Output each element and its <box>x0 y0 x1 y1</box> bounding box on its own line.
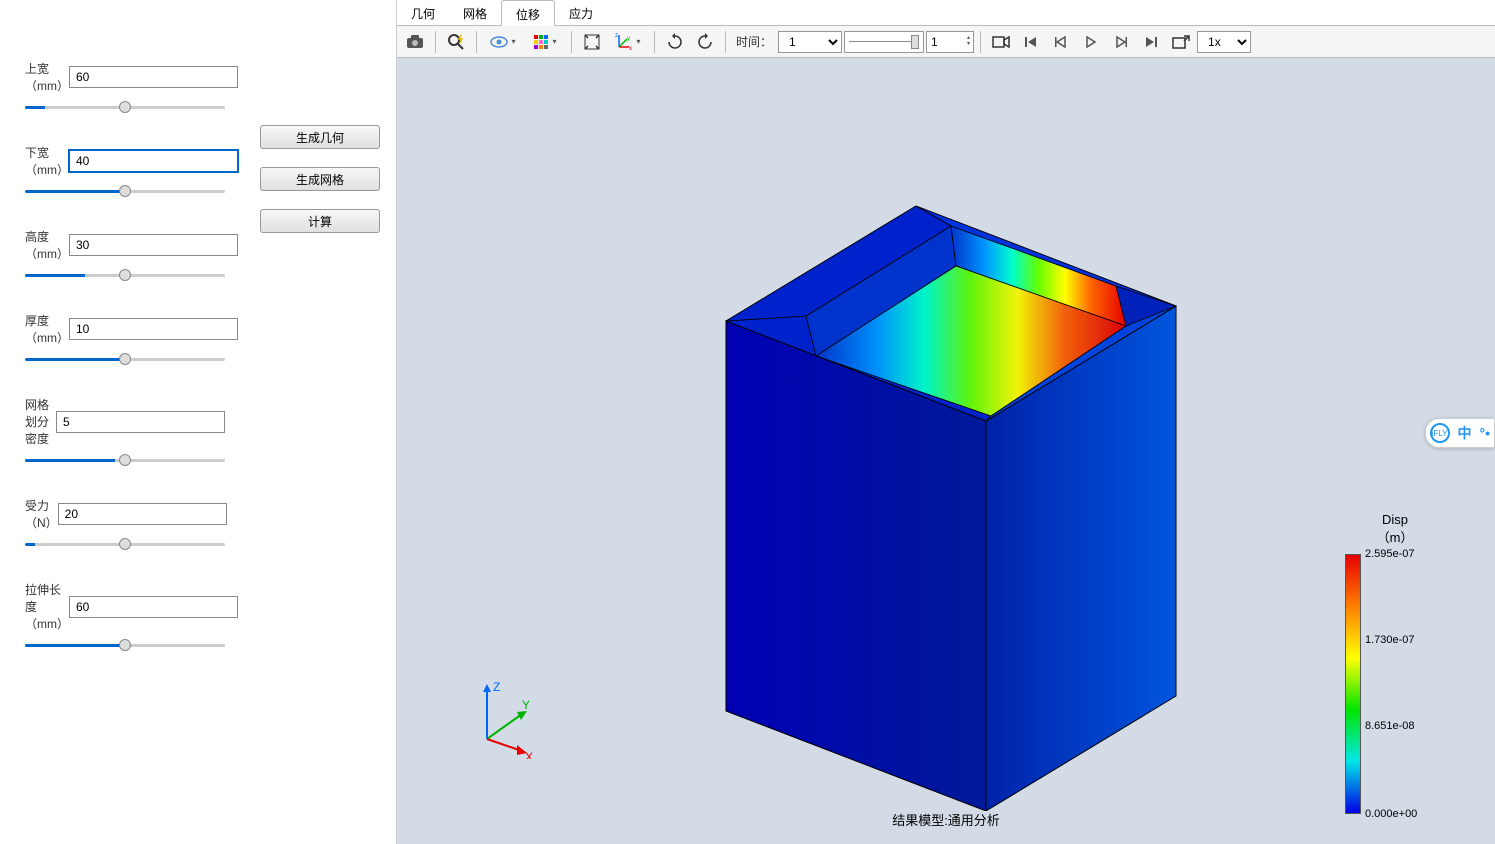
param-input-5[interactable] <box>58 503 227 525</box>
param-label-4: 网格划分密度 <box>25 396 56 447</box>
param-slider-5[interactable] <box>25 543 225 546</box>
time-label: 时间： <box>736 33 772 50</box>
ime-settings-icon[interactable]: °• <box>1480 425 1491 441</box>
svg-text:y: y <box>627 36 630 42</box>
calculate-button[interactable]: 计算 <box>260 209 380 233</box>
export-animation-icon[interactable] <box>1167 29 1195 55</box>
color-legend: Disp （m） 2.595e-071.730e-078.651e-080.00… <box>1345 512 1445 814</box>
param-input-0[interactable] <box>69 66 238 88</box>
ime-logo-icon: iFLY <box>1430 423 1450 443</box>
tab-2[interactable]: 位移 <box>501 0 555 26</box>
ime-lang-icon[interactable]: 中 <box>1458 423 1472 443</box>
surface-eye-dropdown[interactable] <box>483 29 523 55</box>
generate-geometry-button[interactable]: 生成几何 <box>260 125 380 149</box>
viewport-3d[interactable]: Z Y X 结果模型:通用分析 Disp （m） 2.595e-07 1.730e… <box>397 58 1495 844</box>
svg-text:Z: Z <box>493 680 500 694</box>
param-slider-4[interactable] <box>25 459 225 462</box>
rotate-cw-icon[interactable] <box>661 29 689 55</box>
legend-tick: 8.651e-08 <box>1365 720 1415 732</box>
param-slider-2[interactable] <box>25 274 225 277</box>
param-slider-3[interactable] <box>25 358 225 361</box>
param-input-6[interactable] <box>69 596 238 618</box>
time-slider[interactable] <box>844 31 924 53</box>
param-input-1[interactable] <box>69 150 238 172</box>
time-spin[interactable]: 1 <box>926 31 974 53</box>
axis-orientation-dropdown[interactable]: z xy <box>608 29 648 55</box>
legend-title: Disp <box>1345 512 1445 527</box>
tab-3[interactable]: 应力 <box>555 0 607 25</box>
speed-select[interactable]: 1x <box>1197 31 1251 53</box>
svg-text:x: x <box>629 46 632 51</box>
zoom-lightning-icon[interactable] <box>442 29 470 55</box>
tab-0[interactable]: 几何 <box>397 0 449 25</box>
time-select[interactable]: 1 <box>778 31 842 53</box>
param-slider-0[interactable] <box>25 106 225 109</box>
param-input-3[interactable] <box>69 318 238 340</box>
param-input-4[interactable] <box>56 411 225 433</box>
fea-model <box>686 91 1206 811</box>
param-label-2: 高度（mm） <box>25 228 69 262</box>
fit-view-icon[interactable] <box>578 29 606 55</box>
sidebar: 上宽（mm） 下宽（mm） 高度（mm） 厚度（mm） 网格划分密度 <box>0 0 396 844</box>
rotate-ccw-icon[interactable] <box>691 29 719 55</box>
axis-triad-icon: Z Y X <box>467 679 537 759</box>
tab-1[interactable]: 网格 <box>449 0 501 25</box>
legend-bar <box>1345 554 1361 814</box>
skip-back-icon[interactable] <box>1017 29 1045 55</box>
play-icon[interactable] <box>1077 29 1105 55</box>
param-label-0: 上宽（mm） <box>25 60 69 94</box>
action-panel: 生成几何 生成网格 计算 <box>260 60 380 824</box>
legend-tick: 1.730e-07 <box>1365 634 1415 646</box>
legend-tick: 2.595e-07 <box>1365 548 1415 560</box>
ime-toolbar[interactable]: iFLY 中 °• <box>1425 418 1495 448</box>
param-label-3: 厚度（mm） <box>25 312 69 346</box>
toolbar: z xy 时间： 1 1 <box>397 26 1495 58</box>
param-panel: 上宽（mm） 下宽（mm） 高度（mm） 厚度（mm） 网格划分密度 <box>25 60 225 824</box>
color-cube-dropdown[interactable] <box>525 29 565 55</box>
main-area: 几何网格位移应力 z xy <box>396 0 1495 844</box>
param-input-2[interactable] <box>69 234 238 256</box>
param-label-6: 拉伸长度（mm） <box>25 581 69 632</box>
legend-unit: （m） <box>1345 527 1445 546</box>
svg-text:Y: Y <box>522 698 530 712</box>
param-label-5: 受力（N） <box>25 497 58 531</box>
result-model-label: 结果模型:通用分析 <box>892 810 1000 829</box>
legend-tick: 0.000e+00 <box>1365 808 1417 820</box>
svg-text:X: X <box>525 750 533 759</box>
step-forward-icon[interactable] <box>1107 29 1135 55</box>
generate-mesh-button[interactable]: 生成网格 <box>260 167 380 191</box>
camera-icon[interactable] <box>401 29 429 55</box>
record-icon[interactable] <box>987 29 1015 55</box>
tab-bar: 几何网格位移应力 <box>397 0 1495 26</box>
step-back-icon[interactable] <box>1047 29 1075 55</box>
param-label-1: 下宽（mm） <box>25 144 69 178</box>
param-slider-6[interactable] <box>25 644 225 647</box>
skip-forward-icon[interactable] <box>1137 29 1165 55</box>
svg-text:z: z <box>615 33 618 39</box>
param-slider-1[interactable] <box>25 190 225 193</box>
